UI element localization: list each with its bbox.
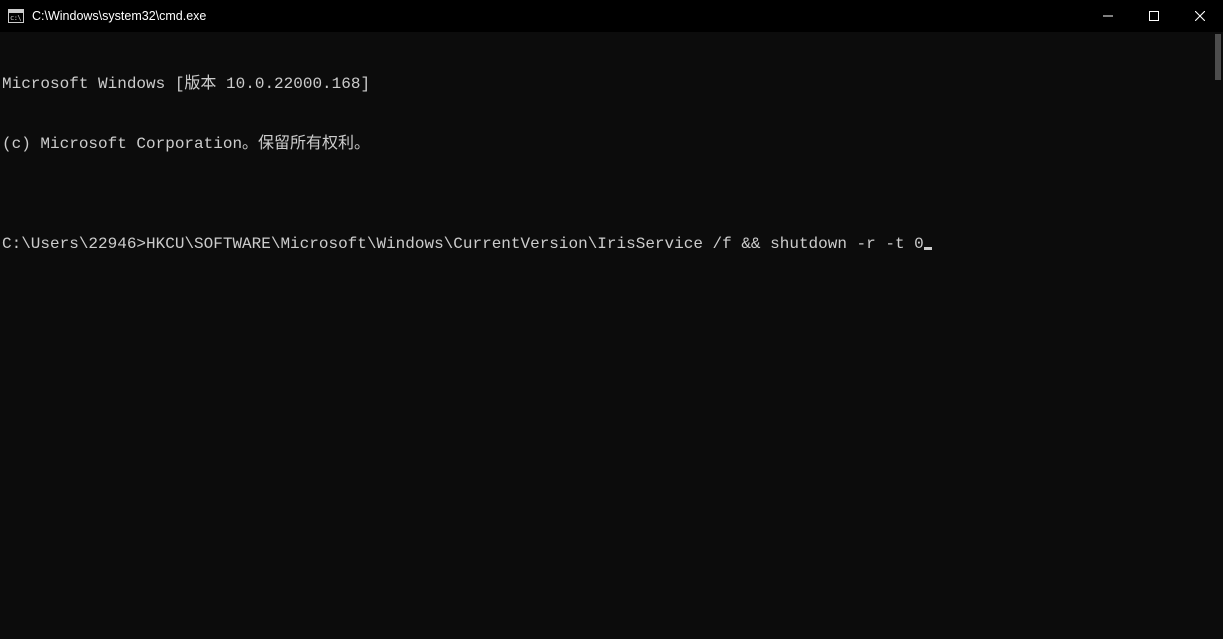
minimize-icon — [1103, 11, 1113, 21]
system-menu-icon[interactable] — [0, 9, 32, 23]
terminal-input-line: C:\Users\22946>HKCU\SOFTWARE\Microsoft\W… — [2, 234, 1223, 254]
terminal-output-line: (c) Microsoft Corporation。保留所有权利。 — [2, 134, 1223, 154]
terminal-prompt: C:\Users\22946> — [2, 235, 146, 253]
close-button[interactable] — [1177, 0, 1223, 32]
maximize-icon — [1149, 11, 1159, 21]
cmd-window: C:\Windows\system32\cmd.exe Microsoft Wi… — [0, 0, 1223, 639]
cmd-icon — [8, 9, 24, 23]
terminal-area[interactable]: Microsoft Windows [版本 10.0.22000.168] (c… — [0, 32, 1223, 639]
terminal-output-line: Microsoft Windows [版本 10.0.22000.168] — [2, 74, 1223, 94]
window-title: C:\Windows\system32\cmd.exe — [32, 9, 206, 23]
maximize-button[interactable] — [1131, 0, 1177, 32]
minimize-button[interactable] — [1085, 0, 1131, 32]
terminal-command: HKCU\SOFTWARE\Microsoft\Windows\CurrentV… — [146, 235, 924, 253]
window-controls — [1085, 0, 1223, 32]
close-icon — [1195, 11, 1205, 21]
titlebar[interactable]: C:\Windows\system32\cmd.exe — [0, 0, 1223, 32]
vertical-scrollbar-thumb[interactable] — [1215, 34, 1221, 80]
text-cursor — [924, 247, 932, 250]
